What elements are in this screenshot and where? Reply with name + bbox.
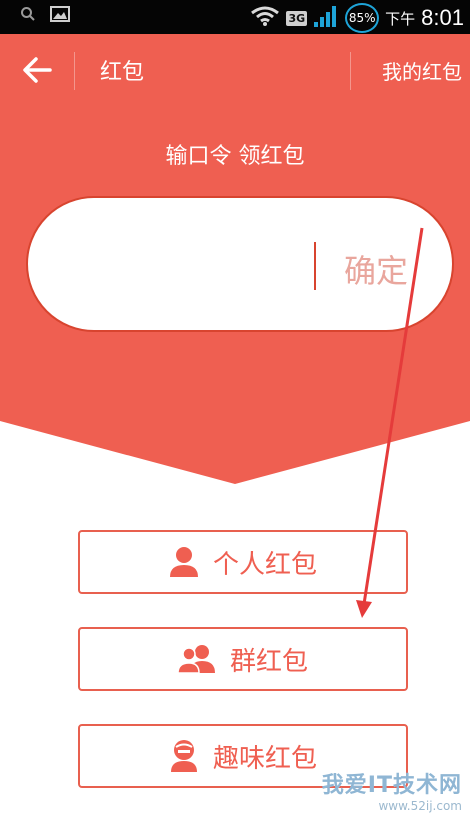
group-icon: [177, 645, 215, 674]
option-label: 个人红包: [212, 549, 317, 580]
watermark-url: www.52ij.com: [378, 799, 462, 813]
personal-red-packet-button[interactable]: 个人红包: [78, 530, 408, 594]
search-icon: [20, 6, 36, 26]
signal-icon: [313, 4, 339, 32]
battery-indicator: 85%: [345, 3, 380, 33]
code-prompt: 输口令 领红包: [165, 144, 305, 169]
group-red-packet-button[interactable]: 群红包: [78, 627, 408, 691]
watermark: 我爱IT技术网 www.52ij.com: [322, 767, 462, 813]
input-divider: [314, 242, 316, 290]
status-bar: 3G 85% 下午 8:01: [0, 0, 470, 34]
clock: 8:01: [421, 5, 464, 30]
header-divider-left: [74, 52, 75, 90]
code-input-box: 确定: [26, 196, 454, 332]
my-red-packets-link[interactable]: 我的红包: [382, 56, 462, 85]
network-type: 3G: [286, 10, 308, 26]
person-icon: [169, 547, 198, 577]
wifi-icon: [250, 5, 280, 31]
back-button[interactable]: [20, 50, 60, 90]
watermark-title: 我爱IT技术网: [321, 773, 462, 798]
header-divider-right: [350, 52, 351, 90]
top-bar: 红包 我的红包: [0, 34, 470, 106]
arrow-left-icon: [23, 57, 52, 83]
option-label: 趣味红包: [212, 743, 317, 774]
image-icon: [50, 6, 70, 26]
option-label: 群红包: [229, 646, 308, 677]
confirm-button[interactable]: 确定: [344, 246, 408, 292]
fun-face-icon: [170, 740, 197, 772]
code-input[interactable]: [58, 228, 312, 302]
page-title: 红包: [100, 60, 145, 85]
time-period: 下午: [385, 9, 416, 28]
